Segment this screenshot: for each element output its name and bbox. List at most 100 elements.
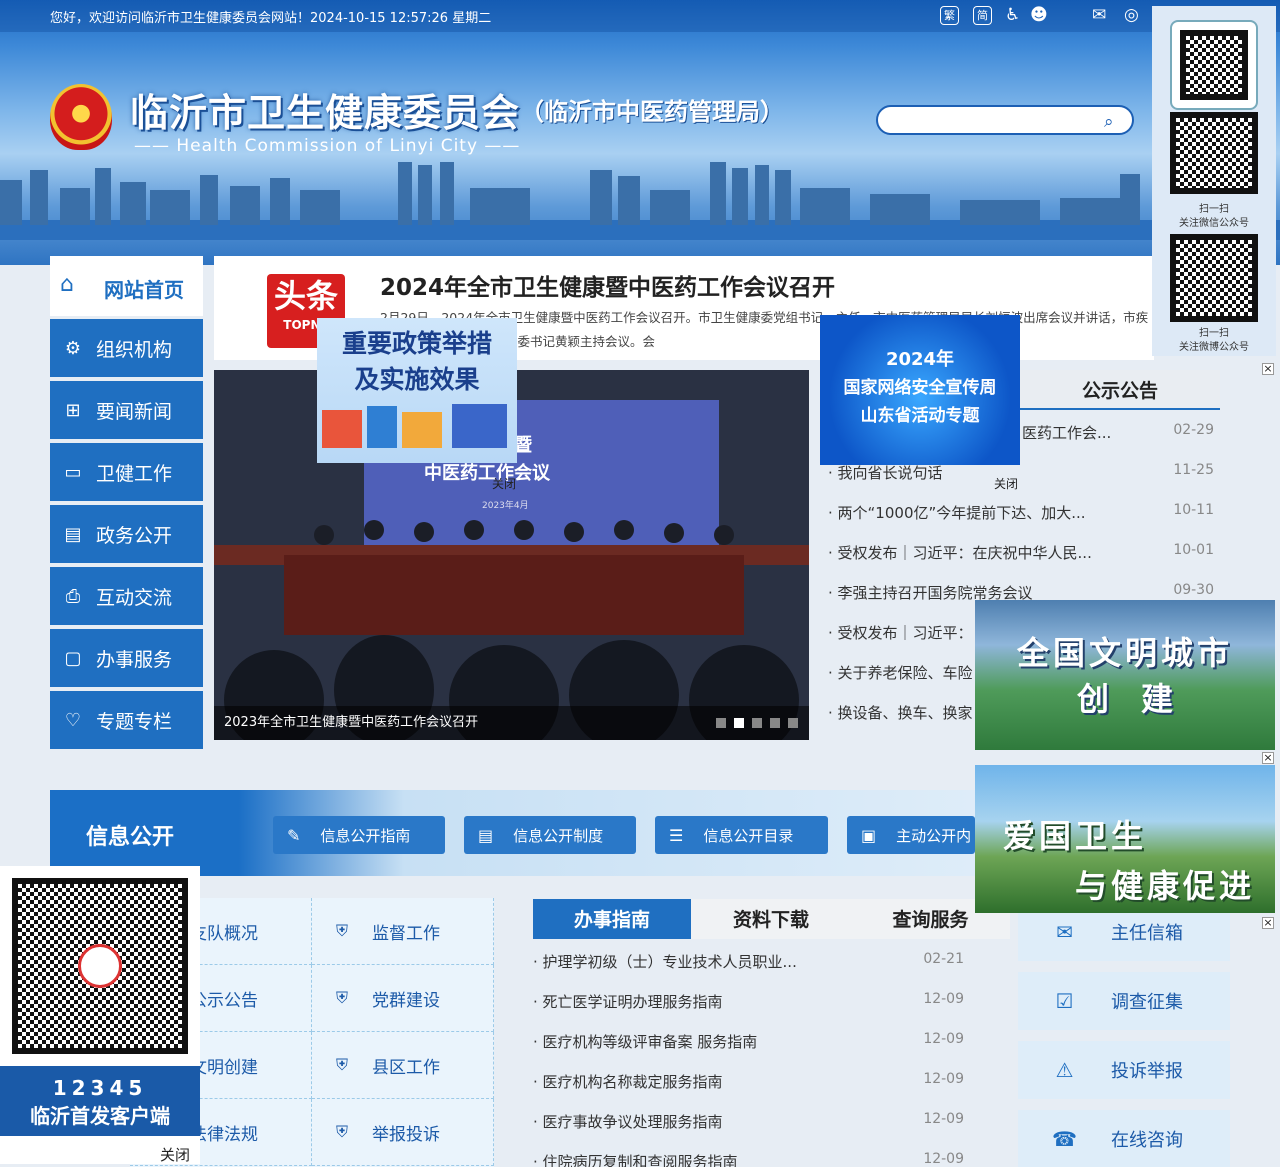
grid-label: 监督工作	[372, 923, 440, 944]
civ-ad-close-icon[interactable]: ×	[1262, 752, 1274, 764]
slider-dot-active[interactable]	[734, 718, 744, 728]
complaint-link[interactable]: ⚠ 投诉举报	[1018, 1041, 1230, 1099]
headline-title[interactable]: 2024年全市卫生健康暨中医药工作会议召开	[380, 268, 835, 302]
client-app-label: 临沂首发客户端	[30, 1104, 170, 1128]
printer-icon: ⎙	[65, 585, 81, 607]
heart-icon: ♡	[64, 709, 82, 731]
notice-item[interactable]: · 我向省长说句话 11-25	[828, 462, 1218, 483]
tab-notices[interactable]: 公示公告	[1020, 370, 1220, 410]
nav-item-organization[interactable]: ⚙ 组织机构	[50, 319, 203, 377]
search-input[interactable]	[876, 105, 1134, 135]
cyber-ad-close-button[interactable]: 关闭	[994, 475, 1018, 492]
grid-label: 支队概况	[190, 923, 258, 944]
telescope-icon: ☎	[1052, 1127, 1077, 1151]
nav-label: 要闻新闻	[96, 400, 173, 423]
policy-ad-line1: 重要政策举措	[341, 329, 492, 358]
button-label: 主动公开内	[896, 826, 972, 845]
service-text: · 医疗机构等级评审备案 服务指南	[533, 1033, 758, 1051]
shield-icon: ⛨	[335, 988, 348, 1007]
policy-ad-illustration	[322, 404, 507, 448]
site-english-name: —— Health Commission of Linyi City ——	[134, 136, 521, 156]
slider-dot[interactable]	[788, 718, 798, 728]
home-icon: ⌂	[60, 272, 74, 297]
info-guide-button[interactable]: ✎ 信息公开指南	[273, 816, 445, 854]
cyber-ad-line3: 山东省活动专题	[860, 406, 980, 426]
nav-item-interaction[interactable]: ⎙ 互动交流	[50, 567, 203, 625]
national-emblem-logo	[50, 84, 112, 150]
slide-screen-date: 2023年4月	[482, 501, 529, 511]
service-item[interactable]: · 医疗机构名称裁定服务指南 12-09	[533, 1071, 978, 1092]
weibo-qr-line2: 关注微博公众号	[1179, 342, 1249, 353]
notice-date: 02-29	[1173, 422, 1214, 438]
nav-item-special-topics[interactable]: ♡ 专题专栏	[50, 691, 203, 749]
civ-ad-line2: 创 建	[1076, 680, 1173, 718]
cyber-ad-line1: 2024年	[885, 349, 955, 370]
grid-label: 举报投诉	[372, 1124, 440, 1145]
organization-icon: ⚙	[64, 337, 82, 359]
service-item[interactable]: · 医疗事故争议处理服务指南 12-09	[533, 1111, 978, 1132]
hierarchy-icon: ⊞	[65, 399, 81, 421]
folder-icon: ▣	[861, 825, 877, 845]
service-item[interactable]: · 护理学初级（士）专业技术人员职业... 02-21	[533, 951, 978, 972]
nav-item-gov-affairs[interactable]: ▤ 政务公开	[50, 505, 203, 563]
service-date: 12-09	[923, 1111, 964, 1127]
weibo-qr-line1: 扫一扫	[1199, 328, 1229, 339]
simplified-chinese-toggle[interactable]: 简	[973, 6, 992, 25]
info-system-button[interactable]: ▤ 信息公开制度	[464, 816, 636, 854]
online-consult-link[interactable]: ☎ 在线咨询	[1018, 1110, 1230, 1167]
slider-dot[interactable]	[716, 718, 726, 728]
policy-ad-close-button[interactable]: 关闭	[492, 475, 516, 492]
info-proactive-button[interactable]: ▣ 主动公开内	[847, 816, 975, 854]
client-app-close-button[interactable]: 关闭	[160, 1144, 190, 1165]
service-item[interactable]: · 死亡医学证明办理服务指南 12-09	[533, 991, 978, 1012]
info-catalog-button[interactable]: ☰ 信息公开目录	[655, 816, 828, 854]
slider-dot[interactable]	[752, 718, 762, 728]
traditional-chinese-toggle[interactable]: 繁	[940, 6, 959, 25]
edit-icon: ✎	[287, 825, 301, 845]
health-ad-line2: 与健康促进	[1075, 867, 1256, 905]
client-app-qr-float[interactable]: 12345 临沂首发客户端 关闭	[0, 866, 200, 1164]
nav-label: 专题专栏	[96, 710, 173, 733]
civilized-city-float-ad[interactable]: 全国文明城市 创 建	[975, 600, 1275, 750]
nav-item-news[interactable]: ⊞ 要闻新闻	[50, 381, 203, 439]
grid-label: 公示公告	[190, 990, 258, 1011]
accessibility-icon[interactable]: ♿	[1005, 5, 1020, 25]
quicklink-label: 在线咨询	[1111, 1130, 1183, 1151]
grid-item[interactable]: ⛨ 党群建设	[312, 965, 494, 1032]
notice-text: · 受权发布｜习近平：在庆祝中华人民...	[828, 544, 1092, 562]
nav-item-health-work[interactable]: ▭ 卫健工作	[50, 443, 203, 501]
tab-service-guide[interactable]: 办事指南	[533, 899, 691, 939]
health-ad-close-icon[interactable]: ×	[1262, 917, 1274, 929]
alarm-icon: ⚠	[1055, 1058, 1074, 1082]
shield-icon: ⛨	[335, 921, 348, 940]
notice-item[interactable]: 医药工作会... 02-29	[1022, 422, 1218, 443]
survey-link[interactable]: ☑ 调查征集	[1018, 972, 1230, 1030]
notice-item[interactable]: · 两个“1000亿”今年提前下达、加大... 10-11	[828, 502, 1218, 523]
notice-item[interactable]: · 受权发布｜习近平：在庆祝中华人民... 10-01	[828, 542, 1218, 563]
qr-panel-close-icon[interactable]: ×	[1262, 363, 1274, 375]
service-text: · 死亡医学证明办理服务指南	[533, 993, 723, 1011]
tab-downloads[interactable]: 资料下载	[691, 899, 851, 939]
cyber-security-float-ad[interactable]: 2024年 国家网络安全宣传周 山东省活动专题	[820, 315, 1020, 465]
policy-ad-line2: 及实施效果	[354, 365, 480, 394]
search-icon[interactable]: ⌕	[1104, 112, 1114, 132]
patriotic-health-float-ad[interactable]: 爱国卫生 与健康促进	[975, 765, 1275, 913]
policy-float-ad[interactable]: 重要政策举措 及实施效果	[317, 318, 517, 463]
weibo-icon[interactable]: ◎	[1124, 5, 1139, 25]
grid-label: 法律法规	[190, 1124, 258, 1145]
nav-item-services[interactable]: ▢ 办事服务	[50, 629, 203, 687]
nav-label: 互动交流	[96, 586, 173, 609]
slider-dot[interactable]	[770, 718, 780, 728]
app-qr-code	[1170, 20, 1258, 110]
elderly-mode-icon[interactable]: ☻	[1030, 5, 1048, 25]
service-item[interactable]: · 医疗机构等级评审备案 服务指南 12-09	[533, 1031, 978, 1052]
grid-item[interactable]: ⛨ 监督工作	[312, 898, 494, 965]
grid-item[interactable]: ⛨ 举报投诉	[312, 1099, 494, 1166]
site-subtitle: （临沂市中医药管理局）	[520, 98, 784, 126]
notice-date: 09-30	[1173, 582, 1214, 598]
social-qr-panel: 扫一扫 关注微信公众号 扫一扫 关注微博公众号	[1152, 6, 1276, 356]
wechat-icon[interactable]: ✉	[1092, 5, 1106, 25]
grid-item[interactable]: ⛨ 县区工作	[312, 1032, 494, 1099]
nav-home[interactable]: ⌂ 网站首页	[50, 256, 203, 316]
service-item[interactable]: · 住院病历复制和查阅服务指南 12-09	[533, 1151, 978, 1167]
